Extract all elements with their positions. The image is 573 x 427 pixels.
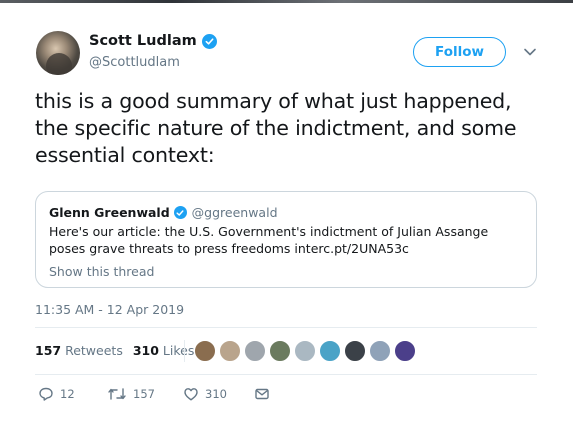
liker-avatar[interactable] <box>219 340 241 362</box>
direct-message-action[interactable] <box>254 384 270 404</box>
header-image-strip <box>0 0 573 3</box>
heart-icon <box>183 386 199 402</box>
author-avatar[interactable] <box>36 31 80 75</box>
tweet-timestamp[interactable]: 11:35 AM - 12 Apr 2019 <box>35 302 184 317</box>
like-count: 310 <box>205 387 227 401</box>
reply-icon <box>38 386 54 402</box>
verified-badge-icon <box>201 33 217 49</box>
liker-avatar[interactable] <box>294 340 316 362</box>
liker-avatar[interactable] <box>394 340 416 362</box>
divider <box>35 327 537 328</box>
stats-divider <box>184 340 185 362</box>
quoted-verified-badge-icon <box>173 206 187 219</box>
liker-avatars <box>194 340 419 362</box>
tweet-card: Scott Ludlam @Scottludlam Follow this is… <box>0 0 573 427</box>
engagement-stats: 157 Retweets 310 Likes <box>35 343 194 358</box>
retweet-icon <box>107 386 127 402</box>
liker-avatar[interactable] <box>269 340 291 362</box>
retweets-label[interactable]: Retweets <box>65 343 123 358</box>
quoted-tweet[interactable]: Glenn Greenwald @ggreenwald Here's our a… <box>35 191 537 288</box>
liker-avatar[interactable] <box>319 340 341 362</box>
liker-avatar[interactable] <box>344 340 366 362</box>
retweet-action[interactable]: 157 <box>107 384 155 404</box>
chevron-down-icon[interactable] <box>523 44 537 58</box>
likes-label[interactable]: Likes <box>163 343 194 358</box>
liker-avatar[interactable] <box>194 340 216 362</box>
quoted-tweet-text: Here's our article: the U.S. Government'… <box>49 224 489 256</box>
likes-count[interactable]: 310 <box>133 343 159 358</box>
retweets-count[interactable]: 157 <box>35 343 61 358</box>
like-action[interactable]: 310 <box>183 384 227 404</box>
reply-action[interactable]: 12 <box>38 384 75 404</box>
reply-count: 12 <box>60 387 75 401</box>
show-thread-link[interactable]: Show this thread <box>49 264 154 279</box>
tweet-text: this is a good summary of what just happ… <box>35 89 517 167</box>
author-name[interactable]: Scott Ludlam <box>89 33 197 49</box>
divider <box>35 374 537 375</box>
author-handle[interactable]: @Scottludlam <box>89 55 180 70</box>
author-name-row: Scott Ludlam <box>89 33 217 49</box>
liker-avatar[interactable] <box>369 340 391 362</box>
retweet-count: 157 <box>133 387 155 401</box>
quoted-author-name: Glenn Greenwald <box>49 205 170 220</box>
message-icon <box>254 386 270 402</box>
quoted-author-handle: @ggreenwald <box>191 205 278 220</box>
liker-avatar[interactable] <box>244 340 266 362</box>
quoted-tweet-header: Glenn Greenwald @ggreenwald <box>49 205 278 220</box>
follow-button[interactable]: Follow <box>413 37 506 67</box>
